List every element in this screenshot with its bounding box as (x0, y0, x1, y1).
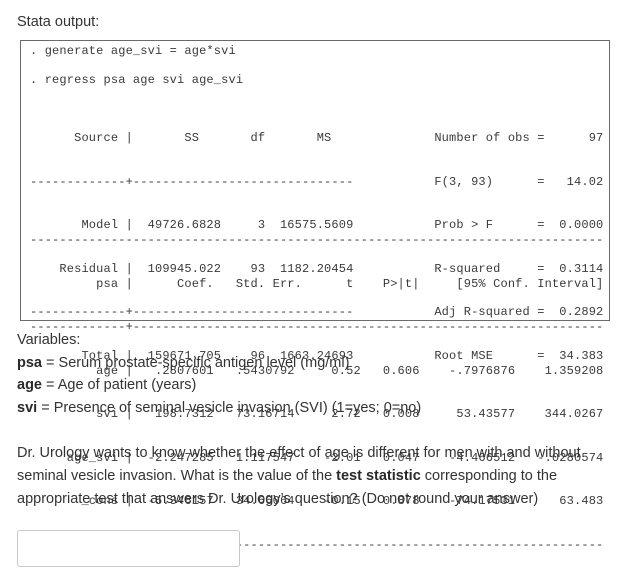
variables-title: Variables: (17, 332, 81, 348)
coef-header-row: psa | Coef. Std. Err. t P>|t| [95% Conf.… (30, 276, 604, 291)
variable-svi: svi = Presence of seminal vesicle invasi… (17, 397, 421, 420)
question-emphasis: test statistic (336, 467, 421, 484)
variable-name: svi (17, 399, 38, 416)
variable-psa: psa = Serum prostate-specific antigen le… (17, 352, 421, 375)
question-text: Dr. Urology wants to know whether the ef… (17, 442, 617, 510)
anova-header-row: Source | SS df MS Number of obs = 97 (30, 131, 604, 145)
variables-section: Variables: psa = Serum prostate-specific… (17, 329, 421, 419)
variable-description: = Age of patient (years) (42, 377, 197, 393)
regress-command: . regress psa age svi age_svi (30, 73, 244, 87)
coef-top-rule: ----------------------------------------… (30, 233, 604, 247)
anova-separator: -------------+--------------------------… (30, 174, 604, 189)
stata-output-box: . generate age_svi = age*svi . regress p… (20, 40, 610, 552)
variable-description: = Serum prostate-specific antigen level … (42, 354, 350, 371)
variable-name: age (17, 377, 42, 393)
variable-description: = Presence of seminal vesicle invasion (… (37, 399, 422, 416)
stata-output-heading: Stata output: (17, 14, 100, 30)
variable-name: psa (17, 354, 42, 371)
answer-input[interactable] (17, 530, 240, 567)
generate-command: . generate age_svi = age*svi (30, 44, 236, 58)
variable-age: age = Age of patient (years) (17, 374, 421, 397)
